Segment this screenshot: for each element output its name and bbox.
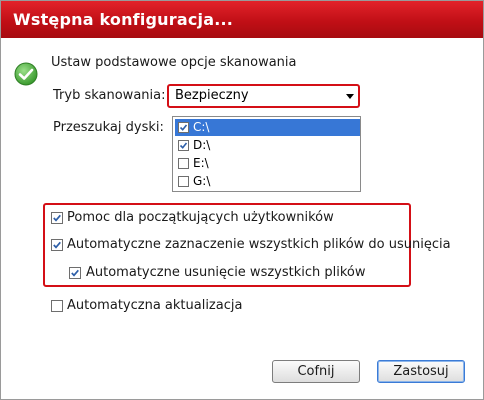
chevron-down-icon[interactable]: [346, 94, 354, 99]
dialog-title: Wstępna konfiguracja...: [13, 10, 234, 29]
drive-c-label: C:\: [193, 120, 210, 134]
beginner-help-checkbox[interactable]: [51, 212, 63, 224]
apply-button[interactable]: Zastosuj: [377, 360, 465, 383]
auto-select-checkbox[interactable]: [51, 239, 63, 251]
auto-update-checkbox[interactable]: [51, 300, 63, 312]
drive-item-d[interactable]: D:\: [175, 137, 360, 154]
drive-e-checkbox[interactable]: [178, 158, 189, 169]
auto-delete-checkbox[interactable]: [69, 267, 81, 279]
auto-update-label: Automatyczna aktualizacja: [67, 298, 243, 313]
section-heading: Ustaw podstawowe opcje skanowania: [51, 55, 297, 70]
drive-e-label: E:\: [193, 156, 209, 170]
auto-delete-label: Automatyczne usunięcie wszystkich plików: [86, 265, 366, 280]
check-circle-icon: [14, 62, 38, 86]
drive-d-checkbox[interactable]: [178, 140, 189, 151]
title-bar[interactable]: Wstępna konfiguracja...: [1, 1, 483, 38]
drive-item-g[interactable]: G:\: [175, 173, 360, 190]
configuration-dialog: Wstępna konfiguracja... Ustaw podstawowe…: [0, 0, 484, 400]
drive-item-c[interactable]: C:\: [175, 119, 360, 136]
beginner-help-label: Pomoc dla początkujących użytkowników: [67, 210, 334, 225]
drive-g-checkbox[interactable]: [178, 176, 189, 187]
drive-d-label: D:\: [193, 138, 211, 152]
drive-c-checkbox[interactable]: [178, 122, 189, 133]
scan-mode-select[interactable]: Bezpieczny: [172, 87, 357, 105]
auto-select-label: Automatyczne zaznaczenie wszystkich plik…: [67, 237, 451, 252]
scan-mode-label: Tryb skanowania:: [53, 88, 166, 103]
drive-item-e[interactable]: E:\: [175, 155, 360, 172]
drive-g-label: G:\: [193, 174, 211, 188]
back-button[interactable]: Cofnij: [272, 360, 360, 383]
drives-label: Przeszukaj dyski:: [53, 120, 164, 135]
scan-mode-value: Bezpieczny: [175, 88, 249, 103]
drive-list[interactable]: C:\ D:\ E:\ G:\: [172, 116, 361, 192]
